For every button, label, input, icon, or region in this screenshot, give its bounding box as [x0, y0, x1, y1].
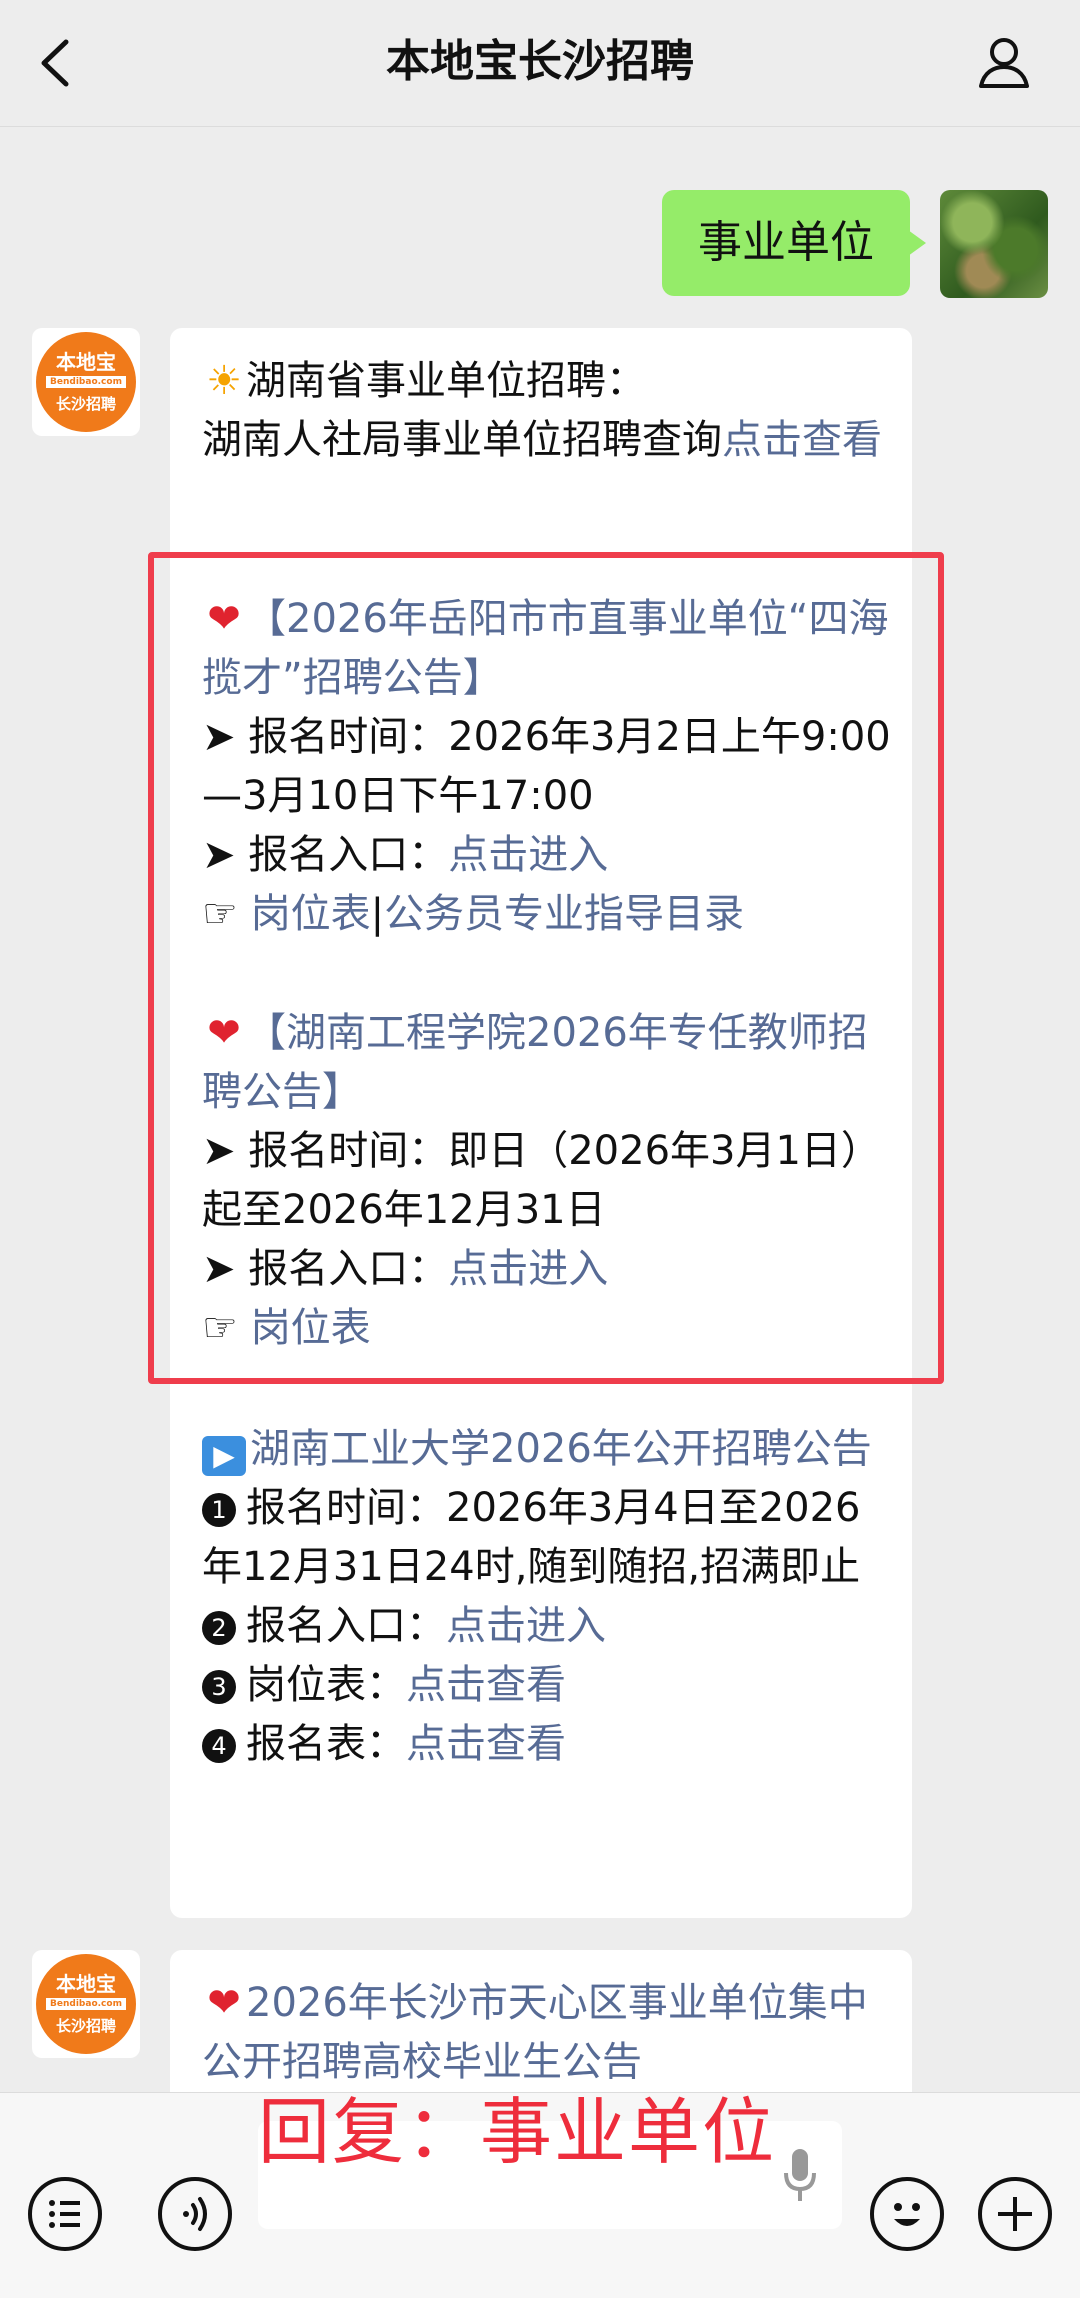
heart-icon: ❤ [207, 1980, 241, 2026]
bot-avatar[interactable]: 本地宝 Bendibao.com 长沙招聘 [32, 328, 140, 436]
bendibao-logo-icon: 本地宝 Bendibao.com 长沙招聘 [36, 1954, 136, 2054]
chat-title: 本地宝长沙招聘 [386, 36, 694, 87]
number-4-icon: 4 [202, 1729, 236, 1763]
add-more-icon[interactable] [978, 2177, 1052, 2251]
reply-hint-overlay: 回复：事业单位 [258, 2090, 777, 2174]
entry-link[interactable]: 点击进入 [446, 1603, 606, 1649]
play-icon: ▶ [202, 1436, 246, 1476]
bot-avatar[interactable]: 本地宝 Bendibao.com 长沙招聘 [32, 1950, 140, 2058]
intro-block: ☀ 湖南省事业单位招聘： 湖南人社局事业单位招聘查询点击查看 [202, 352, 892, 470]
number-1-icon: 1 [202, 1493, 236, 1527]
job-title-link[interactable]: 湖南工业大学2026年公开招聘公告 [250, 1426, 872, 1472]
intro-link[interactable]: 点击查看 [722, 417, 882, 463]
bendibao-logo-icon: 本地宝 Bendibao.com 长沙招聘 [36, 332, 136, 432]
top-bar: 本地宝长沙招聘 [0, 0, 1080, 127]
job-block-hut: ▶ 湖南工业大学2026年公开招聘公告 1 报名时间：2026年3月4日至2026年… [202, 1426, 872, 1767]
job-block-tianxin: ❤ 2026年长沙市天心区事业单位集中公开招聘高校毕业生公告 [202, 1974, 892, 2092]
my-avatar[interactable] [940, 190, 1048, 298]
microphone-icon[interactable] [782, 2147, 818, 2203]
number-2-icon: 2 [202, 1611, 236, 1645]
profile-icon[interactable] [976, 34, 1032, 90]
job-title-link[interactable]: 2026年长沙市天心区事业单位集中公开招聘高校毕业生公告 [202, 1980, 868, 2085]
voice-input-icon[interactable] [158, 2177, 232, 2251]
sent-message-bubble[interactable]: 事业单位 [662, 190, 926, 296]
number-3-icon: 3 [202, 1670, 236, 1704]
emoji-icon[interactable] [870, 2177, 944, 2251]
form-link[interactable]: 点击查看 [406, 1721, 566, 1767]
sun-icon: ☀ [206, 358, 242, 404]
menu-list-icon[interactable] [28, 2177, 102, 2251]
highlight-box [148, 552, 944, 1384]
position-table-link[interactable]: 点击查看 [406, 1662, 566, 1708]
